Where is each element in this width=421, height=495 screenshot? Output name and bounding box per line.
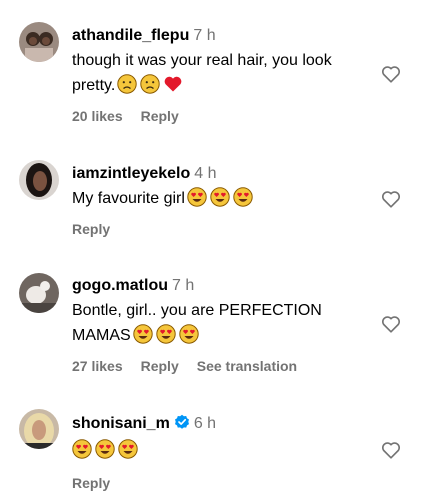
like-count[interactable]: 20 likes [72, 108, 123, 124]
heart-eyes-emoji [95, 439, 115, 459]
like-heart-icon[interactable] [380, 439, 402, 461]
timestamp: 6 h [193, 415, 217, 432]
username[interactable]: iamzintleyekelo [72, 165, 190, 182]
comment-text [72, 438, 371, 463]
red-heart-emoji [163, 74, 183, 94]
reply-button[interactable]: Reply [72, 475, 110, 491]
heart-eyes-emoji [187, 187, 207, 207]
sad-face-emoji [117, 74, 137, 94]
heart-eyes-emoji [132, 324, 153, 344]
avatar[interactable] [19, 160, 59, 200]
comment-text: though it was your real hair, you look p… [72, 48, 371, 98]
heart-eyes-emoji [178, 324, 199, 344]
verified-badge-icon [174, 414, 190, 436]
reply-button[interactable]: Reply [141, 108, 179, 124]
heart-eyes-emoji [233, 187, 253, 207]
reply-button[interactable]: Reply [141, 358, 179, 374]
username[interactable]: shonisani_m [72, 415, 170, 432]
heart-eyes-emoji [210, 187, 230, 207]
like-heart-icon[interactable] [380, 188, 402, 210]
sad-face-emoji [140, 74, 160, 94]
like-heart-icon[interactable] [380, 63, 402, 85]
avatar[interactable] [19, 22, 59, 62]
like-heart-icon[interactable] [380, 313, 402, 335]
comment-text-content: My favourite girl [72, 190, 185, 207]
timestamp: 7 h [171, 277, 195, 294]
timestamp: 4 h [194, 165, 217, 182]
timestamp: 7 h [193, 27, 216, 44]
avatar[interactable] [19, 273, 59, 313]
comment-text-content: though it was your real hair, you look p… [72, 52, 332, 94]
comment-text: My favourite girl [72, 186, 371, 211]
heart-eyes-emoji [118, 439, 138, 459]
see-translation-button[interactable]: See translation [197, 358, 297, 374]
comment-text: Bontle, girl.. you are PERFECTION MAMAS [72, 298, 371, 348]
avatar[interactable] [19, 409, 59, 449]
username[interactable]: athandile_flepu [72, 27, 189, 44]
username[interactable]: gogo.matlou [72, 277, 168, 294]
like-count[interactable]: 27 likes [72, 358, 123, 374]
heart-eyes-emoji [72, 439, 92, 459]
reply-button[interactable]: Reply [72, 221, 110, 237]
heart-eyes-emoji [155, 324, 176, 344]
